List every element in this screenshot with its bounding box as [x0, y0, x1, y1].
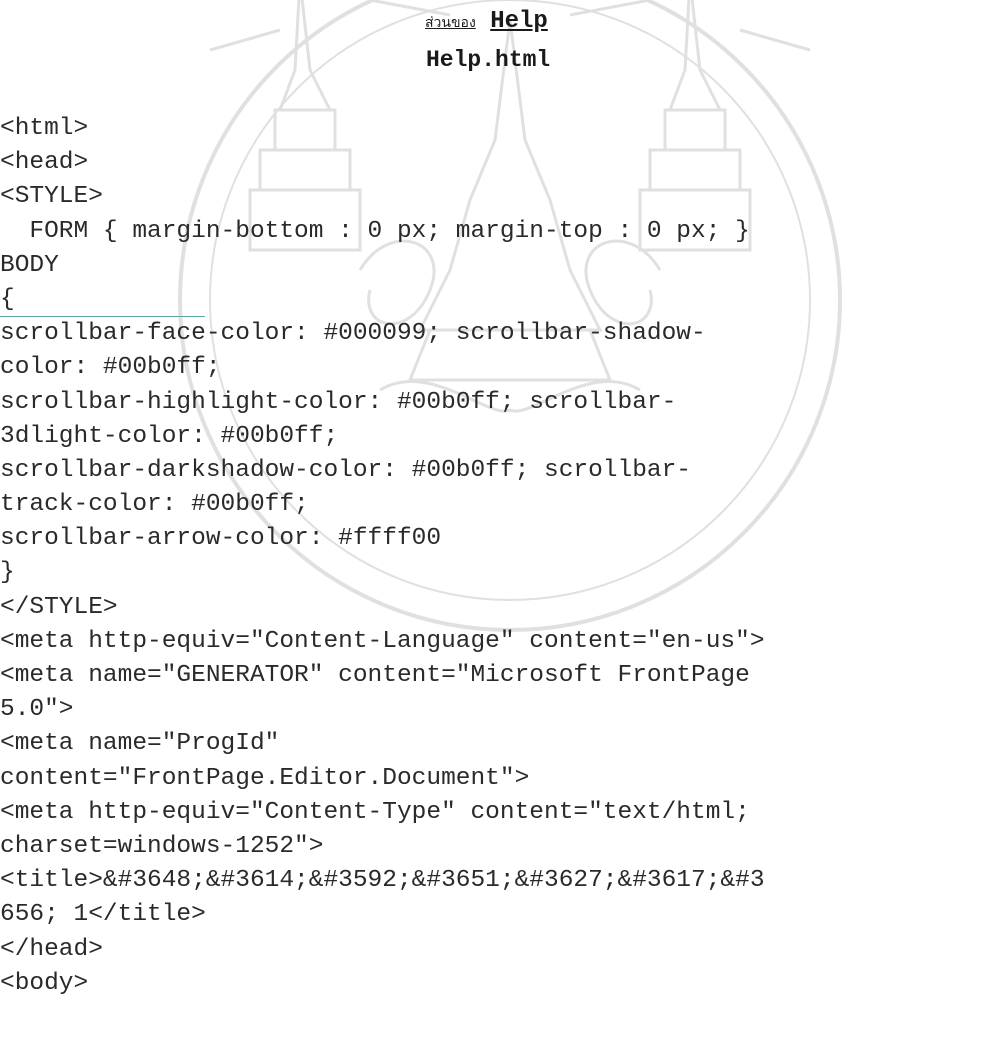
code-line: 5.0">	[0, 696, 74, 724]
code-line: 3dlight-color: #00b0ff;	[0, 422, 339, 450]
code-line: <html>	[0, 115, 89, 142]
code-line: <head>	[0, 149, 89, 177]
code-line: <meta http-equiv="Content-Language" cont…	[0, 627, 765, 655]
code-line: track-color: #00b0ff;	[0, 491, 309, 519]
section-prefix: ส่วนของ	[425, 15, 476, 31]
code-line: <meta name="ProgId"	[0, 730, 280, 758]
section-title: ส่วนของ Help	[425, 8, 548, 35]
code-line: <meta name="GENERATOR" content="Microsof…	[0, 662, 750, 689]
code-line: scrollbar-darkshadow-color: #00b0ff; scr…	[0, 456, 692, 484]
code-line: scrollbar-face-color: #000099; scrollbar…	[0, 320, 706, 348]
code-line: charset=windows-1252">	[0, 832, 324, 860]
code-line: scrollbar-arrow-color: #ffff00	[0, 525, 442, 553]
code-line: {	[0, 285, 15, 313]
code-line: <STYLE>	[0, 183, 103, 211]
code-line: <meta http-equiv="Content-Type" content=…	[0, 798, 750, 826]
code-line: content="FrontPage.Editor.Document">	[0, 764, 530, 792]
section-name: Help	[490, 8, 548, 35]
code-line: <body>	[0, 969, 89, 997]
code-line: </head>	[0, 935, 103, 963]
code-line: </STYLE>	[0, 593, 118, 621]
code-listing: <html> <head> <STYLE> FORM { margin-bottom…	[0, 112, 1001, 1001]
code-line: scrollbar-highlight-color: #00b0ff; scro…	[0, 388, 677, 416]
code-line: 656; 1</title>	[0, 901, 206, 929]
code-line: BODY	[0, 251, 59, 279]
code-line: <title>&#3648;&#3614;&#3592;&#3651;&#362…	[0, 867, 765, 895]
code-line: color: #00b0ff;	[0, 354, 221, 382]
code-line: }	[0, 559, 15, 587]
code-line: FORM { margin-bottom : 0 px; margin-top …	[0, 217, 750, 245]
file-title: Help.html	[426, 47, 551, 73]
